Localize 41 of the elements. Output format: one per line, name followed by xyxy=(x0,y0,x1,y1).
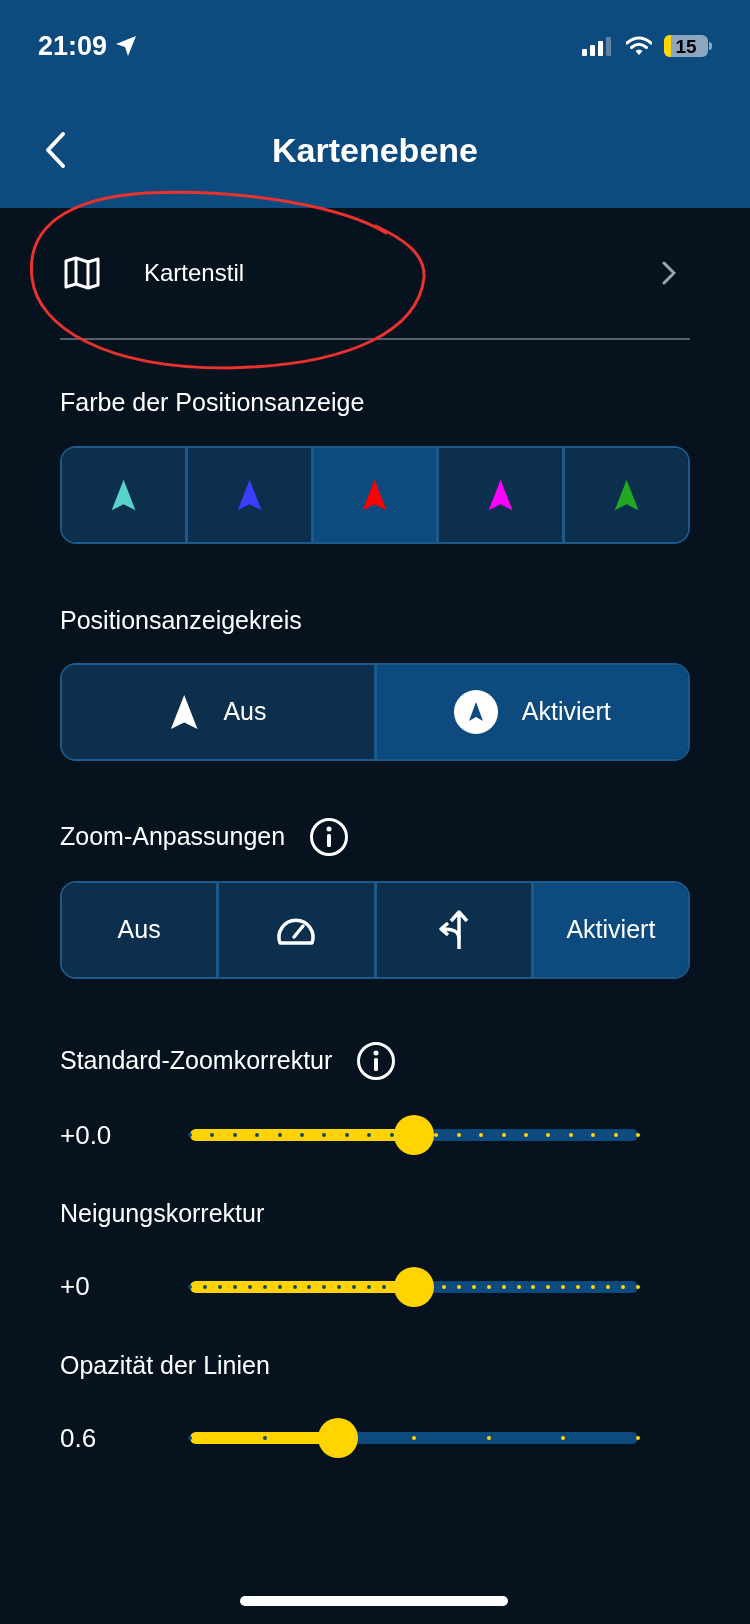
battery-indicator: 15 xyxy=(664,35,712,57)
wifi-icon xyxy=(626,36,652,56)
navigation-arrow-icon xyxy=(169,693,200,731)
slider-value: +0 xyxy=(60,1270,91,1303)
status-time: 21:09 xyxy=(38,29,108,63)
page-title: Kartenebene xyxy=(272,129,478,171)
map-icon xyxy=(64,256,100,290)
info-icon[interactable] xyxy=(356,1041,397,1081)
color-option[interactable] xyxy=(62,447,185,542)
color-option[interactable] xyxy=(436,447,563,542)
section-label: Zoom-Anpassungen xyxy=(60,821,286,853)
fork-arrow-icon xyxy=(436,909,471,951)
section-label: Farbe der Positionsanzeige xyxy=(60,387,365,418)
section-label: Positionsanzeigekreis xyxy=(60,604,302,636)
slider-value: +0.0 xyxy=(60,1118,113,1152)
section-label: Standard-Zoomkorrektur xyxy=(60,1045,333,1077)
segment-button[interactable] xyxy=(373,883,531,977)
info-icon[interactable] xyxy=(309,817,350,857)
slider[interactable] xyxy=(190,1115,638,1155)
section-label: Neigungskorrektur xyxy=(60,1198,265,1229)
slider-value: 0.6 xyxy=(60,1421,98,1455)
segment-button[interactable]: Aktiviert xyxy=(530,883,688,977)
row-label: Kartenstil xyxy=(144,258,246,288)
segment-button[interactable]: Aktiviert xyxy=(373,665,688,759)
back-icon[interactable] xyxy=(44,131,66,169)
slider[interactable] xyxy=(190,1418,638,1458)
segment-button[interactable]: Aus xyxy=(62,883,217,977)
segment-button[interactable]: Aus xyxy=(62,665,374,759)
location-arrow-icon xyxy=(115,35,138,57)
slider-thumb[interactable] xyxy=(394,1115,434,1155)
map-style-row[interactable]: Kartenstil xyxy=(60,208,690,340)
color-option[interactable] xyxy=(184,447,311,542)
color-option[interactable] xyxy=(310,447,437,542)
slider-thumb[interactable] xyxy=(394,1266,434,1307)
color-option[interactable] xyxy=(562,447,688,542)
segment-button[interactable] xyxy=(216,883,374,977)
slider[interactable] xyxy=(190,1266,638,1307)
signal-icon xyxy=(582,36,614,56)
chevron-right-icon xyxy=(662,261,676,285)
section-label: Opazität der Linien xyxy=(60,1349,270,1381)
slider-thumb[interactable] xyxy=(317,1418,358,1458)
